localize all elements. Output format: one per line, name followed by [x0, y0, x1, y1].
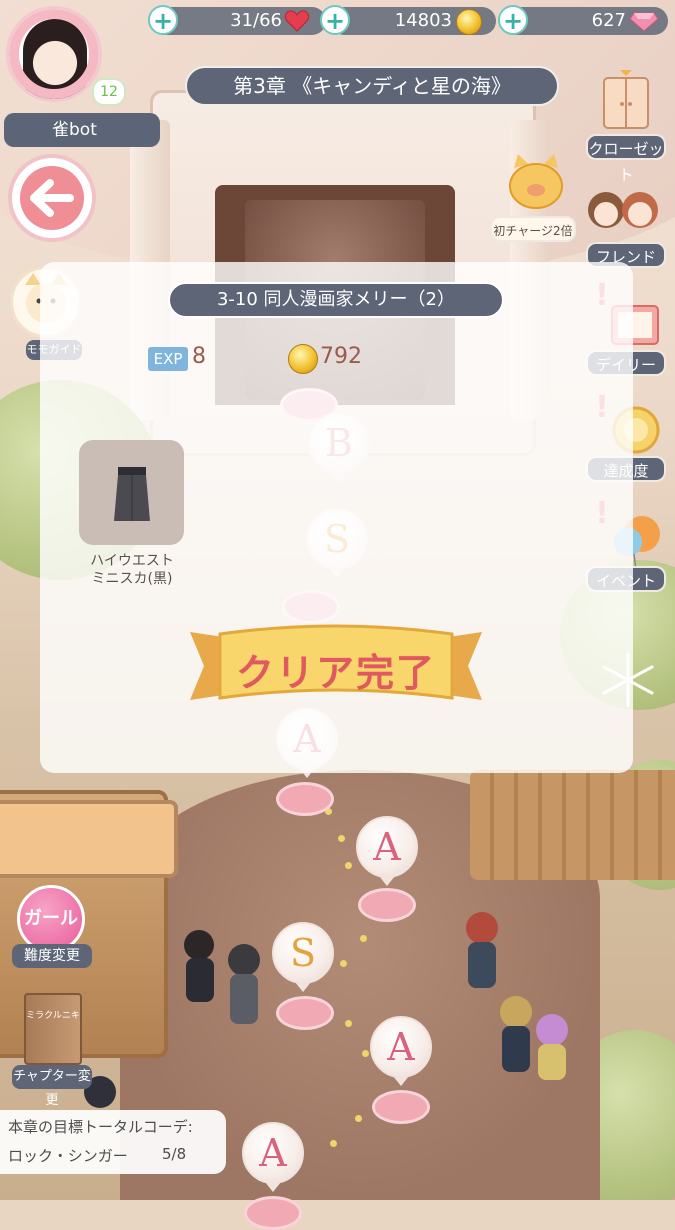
- add-diamonds-button[interactable]: +: [498, 5, 528, 35]
- player-avatar[interactable]: [6, 6, 102, 102]
- path-dot: [340, 960, 347, 967]
- npc-character[interactable]: [532, 1014, 572, 1084]
- stage-grade-badge[interactable]: A: [242, 1122, 304, 1184]
- arrow-left-icon: [30, 179, 74, 217]
- chapter-goal-heading: 本章の目標トータルコーデ:: [8, 1118, 193, 1136]
- add-coins-button[interactable]: +: [320, 5, 350, 35]
- exp-value: 8: [192, 344, 206, 369]
- path-dot: [345, 1020, 352, 1027]
- back-button-fill: [20, 166, 84, 230]
- chapter-book-title: ミラクルニキ: [26, 1011, 80, 1021]
- heart-icon: [284, 10, 310, 32]
- avatar-hood: [9, 9, 99, 99]
- closet-label[interactable]: クローゼット: [586, 134, 666, 184]
- add-stamina-button[interactable]: +: [148, 5, 178, 35]
- stage-grade-badge[interactable]: A: [370, 1016, 432, 1078]
- skirt-icon: [114, 467, 150, 521]
- diamond-value: 627: [591, 10, 626, 31]
- stage-node-pad[interactable]: [276, 782, 334, 816]
- stage-title: 3-10 同人漫画家メリー（2）: [168, 282, 504, 318]
- stamina-value: 31/66: [230, 10, 282, 31]
- stage-node-pad[interactable]: [358, 888, 416, 922]
- wooden-fence: [470, 770, 675, 880]
- diamond-icon: [630, 12, 658, 31]
- path-dot: [330, 1140, 337, 1147]
- path-dot: [362, 1050, 369, 1057]
- path-dot: [345, 862, 352, 869]
- path-dot: [355, 1115, 362, 1122]
- stall-roof: [0, 800, 178, 878]
- stage-node-pad[interactable]: [372, 1090, 430, 1124]
- coin-value: 14803: [394, 10, 452, 31]
- clear-complete-text: クリア完了: [235, 651, 436, 695]
- stage-grade-badge[interactable]: S: [272, 922, 334, 984]
- path-dot: [360, 935, 367, 942]
- path-dot: [338, 835, 345, 842]
- chapter-title: 第3章 《キャンディと星の海》: [185, 66, 559, 106]
- coin-reward-value: 792: [320, 344, 362, 369]
- first-charge-label[interactable]: 初チャージ2倍: [490, 216, 576, 242]
- npc-character[interactable]: [496, 996, 536, 1076]
- chapter-goal-progress: 5/8: [162, 1145, 187, 1163]
- stage-node-pad[interactable]: [244, 1196, 302, 1230]
- coin-icon: [456, 9, 482, 35]
- npc-character[interactable]: [180, 930, 220, 1010]
- npc-character[interactable]: [462, 912, 502, 992]
- player-name[interactable]: 雀bot: [4, 113, 160, 147]
- stage-node-pad[interactable]: [276, 996, 334, 1030]
- chapter-book-icon[interactable]: [24, 993, 82, 1065]
- stage-grade-badge[interactable]: A: [356, 816, 418, 878]
- pig-icon[interactable]: [500, 150, 572, 218]
- player-level-badge: 12: [92, 78, 126, 106]
- exp-label: EXP: [148, 347, 188, 371]
- chapter-goal-theme: ロック・シンガー: [8, 1147, 128, 1165]
- back-button[interactable]: [8, 154, 96, 242]
- friends-icon[interactable]: [582, 180, 666, 242]
- chapter-change-label[interactable]: チャプター変更: [12, 1065, 92, 1108]
- coin-icon: [288, 344, 318, 374]
- npc-character[interactable]: [224, 944, 264, 1029]
- closet-icon[interactable]: [594, 70, 658, 134]
- reward-item-name: ハイウエスト ミニスカ(黒): [90, 553, 174, 587]
- difficulty-toggle-button[interactable]: ガール: [17, 885, 85, 953]
- difficulty-label[interactable]: 難度変更: [12, 944, 92, 968]
